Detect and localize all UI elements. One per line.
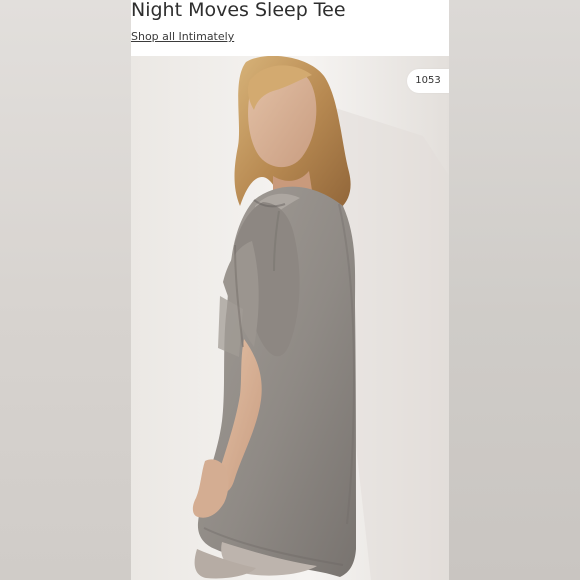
background-blur-left	[0, 0, 131, 580]
listing-screenshot: Night Moves Sleep Tee Shop all Intimatel…	[0, 0, 580, 580]
product-photo[interactable]	[131, 56, 449, 580]
model-photo-illustration	[131, 56, 449, 580]
shop-all-link[interactable]: Shop all Intimately	[131, 29, 234, 45]
image-count-badge: 1053	[407, 69, 449, 93]
background-blur-right	[449, 0, 580, 580]
product-title: Night Moves Sleep Tee	[131, 0, 346, 21]
product-page: Night Moves Sleep Tee Shop all Intimatel…	[131, 0, 449, 580]
product-header: Night Moves Sleep Tee Shop all Intimatel…	[131, 0, 449, 56]
